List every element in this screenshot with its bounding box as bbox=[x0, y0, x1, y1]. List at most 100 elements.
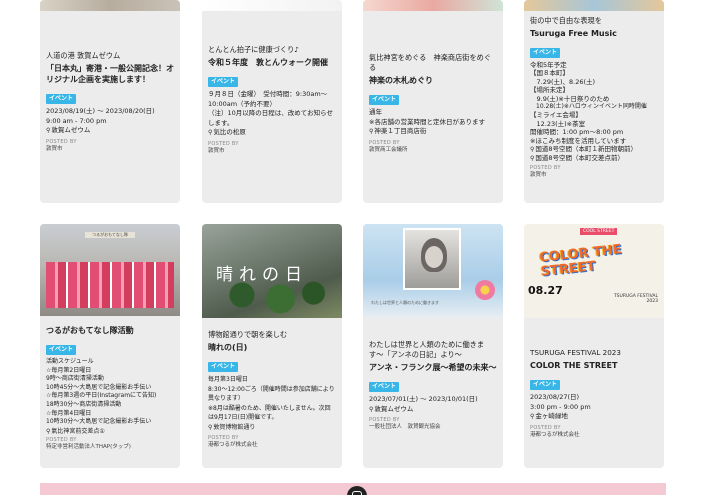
schedule-line: ☆毎月第3週の平日(Instagramにて告知) bbox=[46, 392, 157, 400]
event-image bbox=[202, 0, 342, 11]
poster-year: TSURUGA FESTIVAL 2023 bbox=[613, 294, 658, 304]
group-people bbox=[46, 262, 174, 308]
schedule-line: 【場所未定】 bbox=[530, 86, 569, 95]
posted-by-value: 港都つるが株式会社 bbox=[208, 442, 258, 448]
photo-overlay-text: 晴れの日 bbox=[216, 265, 308, 285]
card-title[interactable]: Tsuruga Free Music bbox=[530, 28, 658, 39]
event-photo-market: 晴れの日 bbox=[202, 224, 342, 318]
poster-caption: わたしは世界と人類のために働きます bbox=[371, 300, 439, 305]
portrait-photo bbox=[403, 228, 461, 290]
event-card-nihonmaru[interactable]: 人道の港 敦賀ムゼウム 「日本丸」寄港・一般公開記念！オリジナル企画を実施します… bbox=[40, 0, 180, 203]
event-card-omotenashi[interactable]: つるがおもてなし隊 つるがおもてなし隊活動 イベント 活動スケジュール ☆毎月第… bbox=[40, 224, 180, 468]
event-date: 2023/07/01(土) 〜 2023/10/01(日) bbox=[369, 395, 478, 403]
event-image bbox=[524, 0, 664, 11]
schedule-line: ☆毎月第4日曜日 bbox=[46, 409, 92, 417]
card-subtitle: とんとん拍子に健康づくり♪ bbox=[208, 45, 299, 54]
card-subtitle: 街の中で自由な表現を bbox=[530, 16, 602, 25]
card-title[interactable]: COLOR THE STREET bbox=[530, 360, 658, 371]
schedule-line: 12.23(土)※茶室 bbox=[530, 119, 586, 128]
event-badge[interactable]: イベント bbox=[369, 95, 400, 105]
posted-by-value: 一般社団法人 敦賀観光協会 bbox=[369, 424, 441, 430]
event-location: ⚲氣比神宮前交差点① bbox=[46, 427, 105, 435]
event-date: 2023/08/19(土) 〜 2023/08/20(日) bbox=[46, 107, 155, 115]
event-badge[interactable]: イベント bbox=[46, 345, 77, 355]
card-subtitle: TSURUGA FESTIVAL 2023 bbox=[530, 348, 621, 357]
event-date: 毎月第3日曜日 bbox=[208, 376, 248, 383]
card-subtitle: 人道の港 敦賀ムゼウム bbox=[46, 51, 121, 60]
event-badge[interactable]: イベント bbox=[530, 380, 561, 390]
event-card-tonton-walk[interactable]: とんとん拍子に健康づくり♪ 令和５年度 敦とんウォーク開催 イベント ９月８日（… bbox=[202, 0, 342, 203]
location-pin-icon: ⚲ bbox=[530, 146, 535, 154]
posted-by-value: 敦賀商工会議所 bbox=[369, 146, 408, 153]
event-badge[interactable]: イベント bbox=[46, 94, 77, 104]
location-pin-icon: ⚲ bbox=[369, 128, 374, 135]
schedule-line: ※ほこみち制度を活用しています bbox=[530, 136, 627, 145]
schedule-line: 活動スケジュール bbox=[46, 358, 94, 365]
event-date: 2023/08/27(日) bbox=[530, 393, 580, 401]
event-time: 3:00 pm - 9:00 pm bbox=[530, 402, 591, 411]
card-subtitle: 博物館通りで朝を楽しむ bbox=[208, 330, 288, 339]
event-card-harenohi[interactable]: 晴れの日 博物館通りで朝を楽しむ 晴れの(日) イベント 毎月第3日曜日 8:3… bbox=[202, 224, 342, 468]
card-title[interactable]: アンネ・フランク展〜希望の未来〜 bbox=[369, 362, 497, 373]
location-pin-icon: ⚲ bbox=[46, 427, 51, 435]
card-title[interactable]: つるがおもてなし隊活動 bbox=[46, 325, 174, 336]
card-title[interactable]: 晴れの(日) bbox=[208, 342, 336, 353]
event-note: ※8月は酷暑のため、開催いたしません。次回は9月17日(日)開催です。 bbox=[208, 404, 331, 422]
location-pin-icon: ⚲ bbox=[208, 129, 213, 136]
card-subtitle: わたしは世界と人類のために働きます〜「アンネの日記」より〜 bbox=[369, 340, 485, 359]
event-time: 10:00am（予約不要） bbox=[208, 99, 277, 108]
schedule-line: 【ミライエ会場】 bbox=[530, 111, 582, 120]
event-card-color-the-street[interactable]: COOL STREET COLOR THE STREET 08.27 TSURU… bbox=[524, 224, 664, 468]
event-badge[interactable]: イベント bbox=[208, 362, 239, 372]
event-time: 9:00 am - 7:00 pm bbox=[46, 116, 107, 125]
event-note: ※各店舗の営業時間と定休日があります bbox=[369, 117, 485, 126]
posted-by-value: 港都つるが株式会社 bbox=[530, 431, 580, 438]
card-title[interactable]: 神楽の木札めぐり bbox=[369, 75, 497, 86]
event-date: ９月８日（金曜） 受付時間：9:30am〜 bbox=[208, 90, 328, 98]
location-pin-icon: ⚲ bbox=[530, 155, 535, 163]
event-location: ⚲敦賀博物館通り bbox=[208, 423, 256, 431]
event-location: ⚲神楽１丁目商店街 bbox=[369, 127, 427, 135]
posted-by-value: 敦賀市 bbox=[46, 145, 63, 152]
event-note: （注）10月以降の日程は、改めてお知らせします。 bbox=[208, 109, 333, 127]
event-photo-group: つるがおもてなし隊 bbox=[40, 224, 180, 316]
card-title[interactable]: 令和５年度 敦とんウォーク開催 bbox=[208, 57, 336, 68]
event-location: ⚲気比の松原 bbox=[208, 128, 246, 136]
event-image bbox=[363, 0, 503, 11]
schedule-line: 開催時間：1:00 pm〜8:00 pm bbox=[530, 128, 624, 137]
schedule-line: 7.29(土)、8.26(土) bbox=[530, 77, 596, 86]
schedule-line: 18時30分〜商店街清掃活動 bbox=[46, 400, 122, 408]
event-badge[interactable]: イベント bbox=[530, 48, 561, 58]
building-sign: つるがおもてなし隊 bbox=[85, 232, 135, 238]
event-card-anne-frank[interactable]: わたしは世界と人類のために働きます わたしは世界と人類のために働きます〜「アンネ… bbox=[363, 224, 503, 468]
schedule-line: 9.9(土)※十日祭りのため bbox=[530, 94, 610, 103]
location-pin-icon: ⚲ bbox=[208, 423, 213, 431]
card-title[interactable]: 「日本丸」寄港・一般公開記念！オリジナル企画を実施します！ bbox=[46, 63, 174, 85]
event-badge[interactable]: イベント bbox=[369, 382, 400, 392]
event-image bbox=[40, 0, 180, 11]
posted-by-value: 敦賀市 bbox=[530, 171, 547, 178]
flower-decoration bbox=[475, 280, 495, 300]
schedule-line: 9時〜商店街清掃活動 bbox=[46, 375, 104, 383]
card-subtitle: 氣比神宮をめぐる 神楽商店街をめぐる bbox=[369, 53, 492, 72]
poster-graffiti: COLOR THE STREET bbox=[538, 242, 623, 280]
schedule-line: 【国８本町】 bbox=[530, 69, 569, 78]
event-location: ⚲国道8号空間（本町交差点前） bbox=[530, 154, 625, 163]
poster-street-label: COOL STREET bbox=[580, 228, 618, 235]
event-time: 8:30〜12:00ごろ（開催時間は参加店舗により異なります） bbox=[208, 385, 335, 403]
posted-by-value: 敦賀市 bbox=[208, 147, 225, 154]
event-card-kagura-kifuda[interactable]: 氣比神宮をめぐる 神楽商店街をめぐる 神楽の木札めぐり イベント 通年 ※各店舗… bbox=[363, 0, 503, 203]
event-date: 通年 bbox=[369, 108, 382, 116]
posted-by-value: 特定非営利活動法人THAP(タップ) bbox=[46, 444, 131, 451]
location-pin-icon: ⚲ bbox=[530, 413, 535, 420]
location-pin-icon: ⚲ bbox=[46, 127, 51, 134]
location-pin-icon: ⚲ bbox=[369, 405, 374, 413]
event-poster-anne: わたしは世界と人類のために働きます bbox=[363, 224, 503, 318]
event-location: ⚲敦賀ムゼウム bbox=[369, 404, 414, 413]
poster-date: 08.27 bbox=[528, 284, 563, 297]
event-card-free-music[interactable]: 街の中で自由な表現を Tsuruga Free Music イベント 令和5年予… bbox=[524, 0, 664, 203]
event-location: ⚲敦賀ムゼウム bbox=[46, 126, 91, 134]
event-poster-festival: COOL STREET COLOR THE STREET 08.27 TSURU… bbox=[524, 224, 664, 318]
event-badge[interactable]: イベント bbox=[208, 77, 239, 87]
event-location: ⚲金ヶ崎緑地 bbox=[530, 412, 568, 420]
